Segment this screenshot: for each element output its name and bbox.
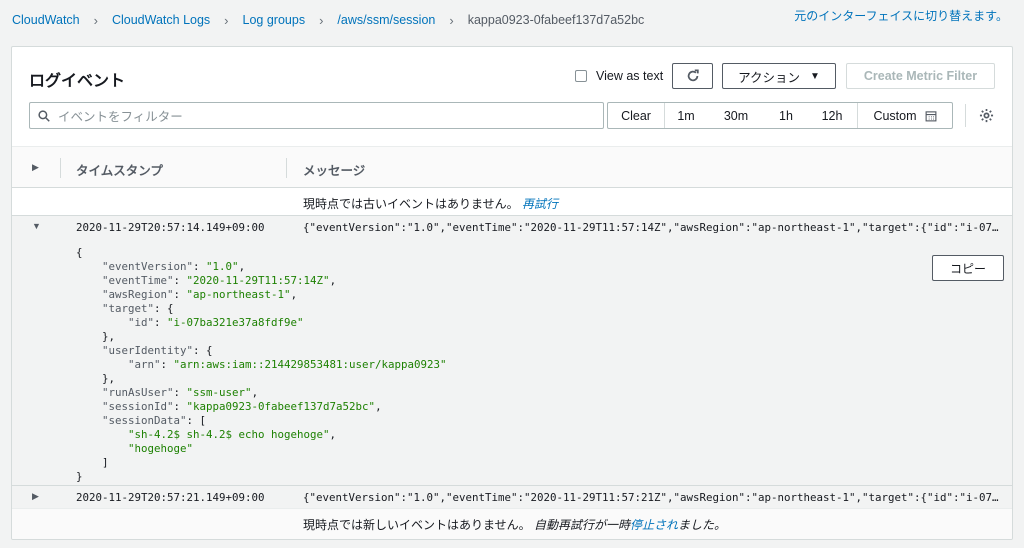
settings-button[interactable] <box>978 107 994 123</box>
create-metric-filter-button[interactable]: Create Metric Filter <box>846 63 995 89</box>
json-arn: "arn:aws:iam::214429853481:user/kappa092… <box>173 358 447 371</box>
view-as-text-label: View as text <box>596 69 664 83</box>
chevron-right-icon: › <box>93 12 98 28</box>
row-message: {"eventVersion":"1.0","eventTime":"2020-… <box>303 221 1003 234</box>
range-custom-label: Custom <box>873 108 917 123</box>
range-12h-button[interactable]: 12h <box>807 103 857 128</box>
action-dropdown-button[interactable]: アクション ▼ <box>722 63 836 89</box>
event-filter-input[interactable]: イベントをフィルター <box>29 102 604 129</box>
auto-retry-link[interactable]: 停止され <box>630 518 678 532</box>
table-row-expanded: ▼ 2020-11-29T20:57:14.149+09:00 {"eventV… <box>12 215 1012 485</box>
expand-all-icon[interactable]: ▶ <box>32 162 39 173</box>
action-label: アクション <box>738 70 800 85</box>
toolbar-divider <box>965 104 966 127</box>
calendar-icon <box>925 110 936 121</box>
column-divider <box>60 158 61 178</box>
table-row[interactable]: ▶ 2020-11-29T20:57:21.149+09:00 {"eventV… <box>12 485 1012 509</box>
no-older-events-text: 現時点では古いイベントはありません。 <box>303 197 519 211</box>
json-session-data-0: "sh-4.2$ sh-4.2$ echo hogehoge" <box>128 428 330 441</box>
time-range-selector: Clear 1m 30m 1h 12h Custom <box>607 102 953 129</box>
view-as-text-checkbox[interactable] <box>575 70 587 82</box>
column-divider <box>286 158 287 178</box>
refresh-icon <box>687 69 699 82</box>
json-session-data-1: "hogehoge" <box>128 442 194 455</box>
gear-icon <box>979 108 993 122</box>
range-1m-button[interactable]: 1m <box>665 103 707 128</box>
log-events-panel: ログイベント View as text アクション ▼ Create Metri… <box>11 46 1013 540</box>
switch-interface-link[interactable]: 元のインターフェイスに切り替えます。 <box>794 7 1008 24</box>
view-as-text-toggle[interactable]: View as text <box>575 69 663 83</box>
retry-link[interactable]: 再試行 <box>522 197 558 211</box>
range-custom-button[interactable]: Custom <box>857 103 952 128</box>
table-row[interactable]: ▼ 2020-11-29T20:57:14.149+09:00 {"eventV… <box>12 216 1012 238</box>
json-target-id: "i-07ba321e37a8fdf9e" <box>167 316 304 329</box>
column-header-message[interactable]: メッセージ <box>303 160 365 179</box>
range-clear-button[interactable]: Clear <box>608 103 665 128</box>
json-event-time: "2020-11-29T11:57:14Z" <box>186 274 330 287</box>
table-header: ▶ タイムスタンプ メッセージ <box>12 146 1012 188</box>
chevron-right-icon: › <box>319 12 324 28</box>
breadcrumb-log-stream: kappa0923-0fabeef137d7a52bc <box>467 13 645 27</box>
breadcrumb-log-group[interactable]: /aws/ssm/session <box>337 13 435 27</box>
chevron-right-icon: › <box>224 12 229 28</box>
auto-retry-end: ました。 <box>678 518 727 532</box>
caret-down-icon: ▼ <box>809 70 820 82</box>
json-event-version: "1.0" <box>206 260 239 273</box>
column-header-timestamp[interactable]: タイムスタンプ <box>76 160 163 179</box>
copy-button[interactable]: コピー <box>932 255 1004 281</box>
row-timestamp: 2020-11-29T20:57:21.149+09:00 <box>76 491 265 504</box>
range-30m-button[interactable]: 30m <box>707 103 765 128</box>
panel-title: ログイベント <box>29 73 126 90</box>
json-session-id: "kappa0923-0fabeef137d7a52bc" <box>186 400 376 413</box>
breadcrumb-cloudwatch-logs[interactable]: CloudWatch Logs <box>112 13 210 27</box>
row-message: {"eventVersion":"1.0","eventTime":"2020-… <box>303 491 1003 504</box>
chevron-right-icon: › <box>449 12 454 28</box>
row-timestamp: 2020-11-29T20:57:14.149+09:00 <box>76 221 265 234</box>
breadcrumb-cloudwatch[interactable]: CloudWatch <box>12 13 80 27</box>
no-newer-events-area: 現時点では新しいイベントはありません。 自動再試行が一時停止されました。 <box>12 509 1012 539</box>
expand-row-icon[interactable]: ▶ <box>32 491 39 502</box>
no-newer-events-notice: 現時点では新しいイベントはありません。 自動再試行が一時停止されました。 <box>303 516 726 533</box>
refresh-button[interactable] <box>672 63 713 89</box>
no-older-events-notice: 現時点では古いイベントはありません。 再試行 <box>303 195 558 212</box>
search-icon <box>38 109 50 122</box>
breadcrumb-log-groups[interactable]: Log groups <box>243 13 306 27</box>
event-json: { "eventVersion": "1.0", "eventTime": "2… <box>76 246 447 483</box>
auto-retry-text: 自動再試行が一時 <box>534 518 631 532</box>
no-newer-events-text: 現時点では新しいイベントはありません。 <box>303 518 531 532</box>
range-1h-button[interactable]: 1h <box>765 103 807 128</box>
search-placeholder: イベントをフィルター <box>58 110 183 124</box>
json-aws-region: "ap-northeast-1" <box>186 288 291 301</box>
json-run-as-user: "ssm-user" <box>186 386 252 399</box>
collapse-row-icon[interactable]: ▼ <box>32 221 41 231</box>
